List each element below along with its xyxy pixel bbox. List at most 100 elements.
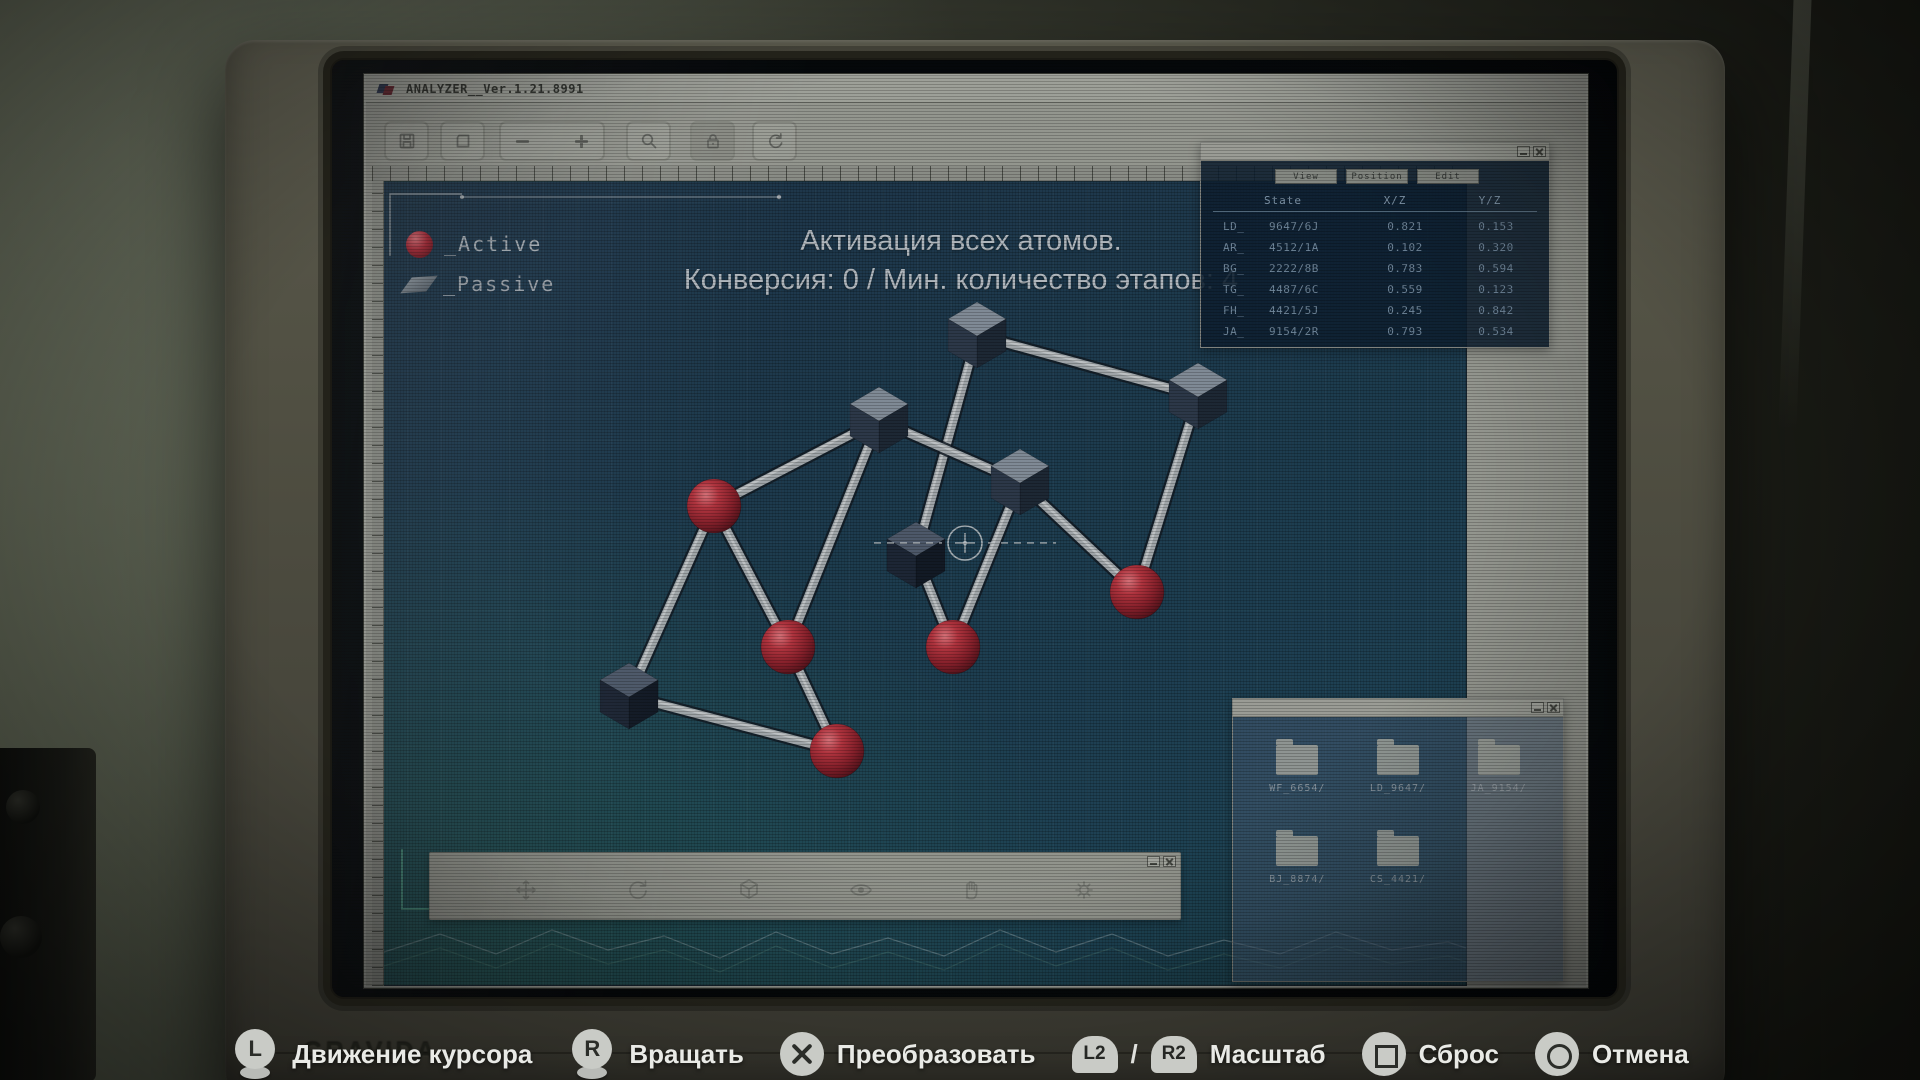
table-cell: 2222/8B <box>1269 262 1319 275</box>
table-cell: FH_ <box>1223 304 1245 317</box>
stick-ball: R <box>572 1029 613 1069</box>
control-hint-label: Отмена <box>1591 1038 1689 1069</box>
table-cell: LD_ <box>1223 220 1245 233</box>
lock-button[interactable] <box>690 121 735 161</box>
save-icon <box>399 133 414 149</box>
eye-icon <box>849 884 872 896</box>
folder-label: BJ_8874/ <box>1269 874 1326 885</box>
table-cell: 9647/6J <box>1269 220 1319 233</box>
minimize-icon[interactable] <box>1147 856 1160 867</box>
table-rows: LD_ 9647/6J 0.821 0.153 AR_ 4512/1A 0.102 0.320… <box>1201 216 1549 342</box>
left-stick-icon: L <box>231 1029 279 1079</box>
column-yz: Y/Z <box>1478 194 1502 207</box>
app-title: ANALYZER__Ver.1.21.8991 <box>406 82 584 96</box>
tool-pan-button[interactable] <box>957 875 987 905</box>
app-title-bar[interactable]: ANALYZER__Ver.1.21.8991 <box>366 76 1586 103</box>
table-cell: 4512/1A <box>1269 241 1319 254</box>
analyzer-logo-icon <box>376 82 396 96</box>
close-icon[interactable] <box>1163 856 1176 867</box>
legend-active-row: _Active <box>406 228 555 260</box>
table-row[interactable]: AR_ 4512/1A 0.102 0.320 <box>1201 237 1549 258</box>
folder-icon <box>1276 830 1319 866</box>
circle-button-icon <box>1534 1032 1579 1076</box>
equipment-knob <box>6 790 40 824</box>
atom-sphere[interactable] <box>809 723 865 779</box>
zoom-in-icon[interactable] <box>575 134 588 148</box>
crt-screen: ANALYZER__Ver.1.21.8991 _Active _Passive… <box>330 58 1619 999</box>
atom-sphere[interactable] <box>686 478 742 534</box>
move-icon <box>516 880 537 900</box>
folder-item[interactable]: WF_6654/ <box>1247 739 1348 794</box>
table-row[interactable]: JA_ 9154/2R 0.793 0.534 <box>1201 321 1549 342</box>
table-row[interactable]: LD_ 9647/6J 0.821 0.153 <box>1201 216 1549 237</box>
control-hint: Преобразовать <box>779 1032 1036 1076</box>
tool-strip-titlebar[interactable] <box>1147 856 1176 867</box>
tool-object-button[interactable] <box>734 875 764 905</box>
gear-icon <box>1074 881 1093 899</box>
table-cell: JA_ <box>1223 325 1245 338</box>
tab-edit[interactable]: Edit <box>1417 169 1479 184</box>
control-hint-label: Преобразовать <box>836 1038 1036 1069</box>
lock-icon <box>706 134 719 149</box>
control-hint-label: Вращать <box>629 1038 744 1069</box>
legend-active-label: _Active <box>444 232 543 256</box>
atom-cube[interactable] <box>886 521 946 589</box>
table-row[interactable]: TG_ 4487/6C 0.559 0.123 <box>1201 279 1549 300</box>
rotate-icon <box>629 880 647 900</box>
table-cell: 0.594 <box>1478 262 1514 275</box>
tab-view[interactable]: View <box>1275 169 1337 184</box>
folder-item[interactable]: BJ_8874/ <box>1247 830 1348 885</box>
table-cell: 0.245 <box>1387 304 1423 317</box>
tab-position[interactable]: Position <box>1346 169 1408 184</box>
tool-strip-icons <box>430 875 1180 905</box>
control-hint: Сброс <box>1361 1032 1499 1076</box>
table-tabs: View Position Edit <box>1275 169 1549 184</box>
atom-sphere[interactable] <box>1109 564 1165 620</box>
scene: ANALYZER__Ver.1.21.8991 _Active _Passive… <box>0 0 1920 1080</box>
data-table-window: View Position Edit State X/Z Y/Z LD_ 9647… <box>1200 142 1550 348</box>
folder-item[interactable]: CS_4421/ <box>1348 830 1449 885</box>
folder-item[interactable]: JA_9154/ <box>1448 739 1549 794</box>
control-hint: R Вращать <box>568 1029 744 1079</box>
control-hint: Отмена <box>1534 1032 1689 1076</box>
save-button[interactable] <box>384 121 429 161</box>
atom-cube[interactable] <box>599 662 659 730</box>
tool-visibility-button[interactable] <box>846 875 876 905</box>
table-cell: 0.320 <box>1478 241 1514 254</box>
minimize-icon[interactable] <box>1531 702 1544 713</box>
tool-rotate-button[interactable] <box>623 875 653 905</box>
folder-icon <box>1376 739 1419 775</box>
atom-cube[interactable] <box>947 301 1007 369</box>
table-window-titlebar[interactable] <box>1201 143 1549 161</box>
table-row[interactable]: BG_ 2222/8B 0.783 0.594 <box>1201 258 1549 279</box>
close-icon[interactable] <box>1533 146 1546 157</box>
folder-icon <box>1276 739 1319 775</box>
shape-button[interactable] <box>440 121 485 161</box>
folder-icon <box>1477 739 1520 775</box>
legend-passive-row: _Passive <box>400 268 555 300</box>
atom-cube[interactable] <box>1168 362 1228 430</box>
tool-strip-window <box>429 852 1181 920</box>
atom-sphere[interactable] <box>760 619 816 675</box>
column-xz: X/Z <box>1383 194 1407 207</box>
tool-move-button[interactable] <box>511 875 541 905</box>
zoom-out-icon[interactable] <box>516 139 529 143</box>
control-hints: L Движение курсора R Вращать Преобразовать L2… <box>0 1028 1920 1080</box>
atom-cube[interactable] <box>849 386 909 454</box>
folder-item[interactable]: LD_9647/ <box>1348 739 1449 794</box>
tool-settings-button[interactable] <box>1069 875 1099 905</box>
zoom-control[interactable] <box>499 121 605 161</box>
table-cell: BG_ <box>1223 262 1245 275</box>
magnifier-icon <box>641 133 656 149</box>
table-row[interactable]: FH_ 4421/5J 0.245 0.842 <box>1201 300 1549 321</box>
close-icon[interactable] <box>1547 702 1560 713</box>
magnifier-button[interactable] <box>626 121 671 161</box>
reset-button[interactable] <box>752 121 797 161</box>
analyzer-window: ANALYZER__Ver.1.21.8991 _Active _Passive… <box>363 73 1589 989</box>
cross-button-icon <box>779 1032 824 1076</box>
atom-sphere[interactable] <box>925 619 981 675</box>
folders-window-titlebar[interactable] <box>1233 699 1563 717</box>
objective-text: Активация всех атомов. Конверсия: 0 / Ми… <box>641 222 1281 300</box>
minimize-icon[interactable] <box>1517 146 1530 157</box>
table-cell: 0.842 <box>1478 304 1514 317</box>
